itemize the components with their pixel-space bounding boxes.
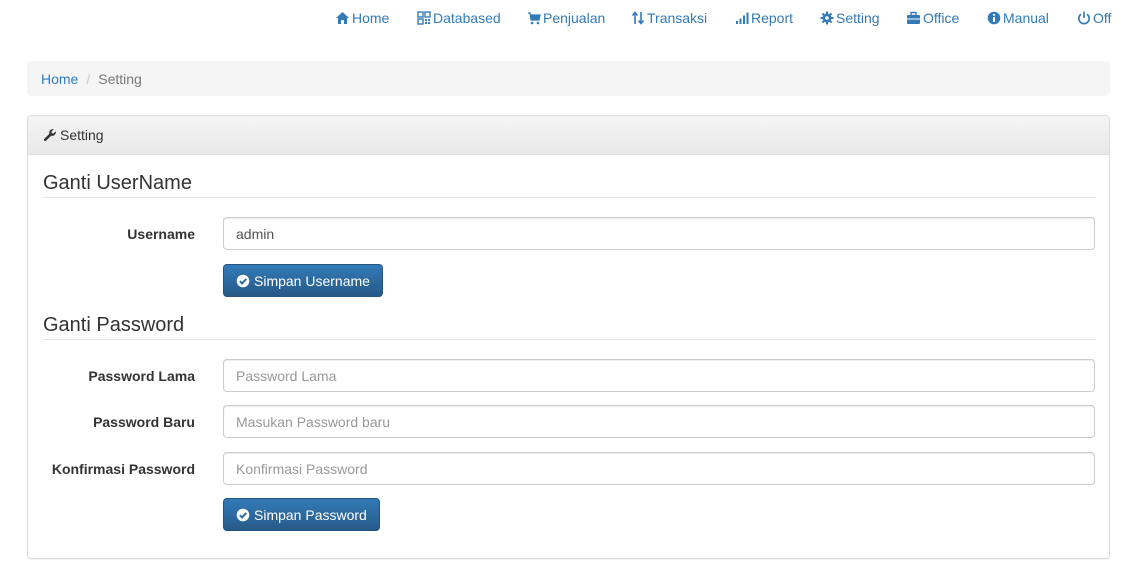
old-password-input[interactable] <box>223 359 1095 392</box>
nav-setting[interactable]: Setting <box>819 9 880 27</box>
nav-transaksi[interactable]: Transaksi <box>630 9 707 27</box>
username-input[interactable] <box>223 217 1095 250</box>
nav-manual-label: Manual <box>1003 10 1049 26</box>
save-username-button[interactable]: Simpan Username <box>223 264 383 297</box>
shopping-cart-icon <box>526 11 541 25</box>
nav-databased[interactable]: Databased <box>416 9 501 27</box>
username-label: Username <box>127 226 195 242</box>
save-password-label: Simpan Password <box>254 506 367 523</box>
nav-report-label: Report <box>751 10 794 26</box>
panel-title: Setting <box>60 127 104 143</box>
breadcrumb-separator: / <box>86 70 91 87</box>
nav-databased-label: Databased <box>433 10 501 26</box>
gear-icon <box>819 11 834 25</box>
nav-home[interactable]: Home <box>335 9 389 27</box>
password-section-title: Ganti Password <box>43 314 185 336</box>
nav-transaksi-label: Transaksi <box>647 10 708 26</box>
setting-panel: Setting Ganti UserName Username Simpan U… <box>27 115 1110 559</box>
nav-office[interactable]: Office <box>906 9 959 27</box>
breadcrumb-home-link[interactable]: Home <box>41 71 78 87</box>
nav-manual[interactable]: Manual <box>986 9 1049 27</box>
nav-penjualan-label: Penjualan <box>543 10 606 26</box>
signal-bars-icon <box>734 11 749 25</box>
save-password-button[interactable]: Simpan Password <box>223 498 380 531</box>
breadcrumb-current: Setting <box>98 70 142 87</box>
nav-home-label: Home <box>352 10 390 26</box>
new-password-input[interactable] <box>223 405 1095 438</box>
home-icon <box>335 11 350 25</box>
top-navbar: Home Databased Penjualan Transaksi Repor… <box>0 0 1134 36</box>
username-section-divider <box>43 197 1096 198</box>
briefcase-icon <box>906 11 921 25</box>
breadcrumb: Home / Setting <box>27 61 1110 96</box>
old-password-label: Password Lama <box>88 368 195 384</box>
nav-setting-label: Setting <box>836 10 880 26</box>
confirm-password-input[interactable] <box>223 452 1095 485</box>
check-circle-icon <box>236 508 250 522</box>
panel-heading: Setting <box>28 116 1109 155</box>
info-circle-icon <box>986 11 1001 25</box>
nav-report[interactable]: Report <box>734 9 793 27</box>
wrench-icon <box>43 128 57 142</box>
nav-off[interactable]: Off <box>1076 9 1111 27</box>
sort-arrows-icon <box>630 11 645 25</box>
nav-off-label: Off <box>1093 10 1112 26</box>
power-off-icon <box>1076 11 1091 25</box>
new-password-label: Password Baru <box>93 414 195 430</box>
qrcode-icon <box>416 11 431 25</box>
confirm-password-label: Konfirmasi Password <box>51 461 195 477</box>
password-section-divider <box>43 339 1096 340</box>
nav-office-label: Office <box>923 10 960 26</box>
nav-penjualan[interactable]: Penjualan <box>526 9 605 27</box>
save-username-label: Simpan Username <box>254 272 370 289</box>
check-circle-icon <box>236 274 250 288</box>
username-section-title: Ganti UserName <box>43 172 192 194</box>
